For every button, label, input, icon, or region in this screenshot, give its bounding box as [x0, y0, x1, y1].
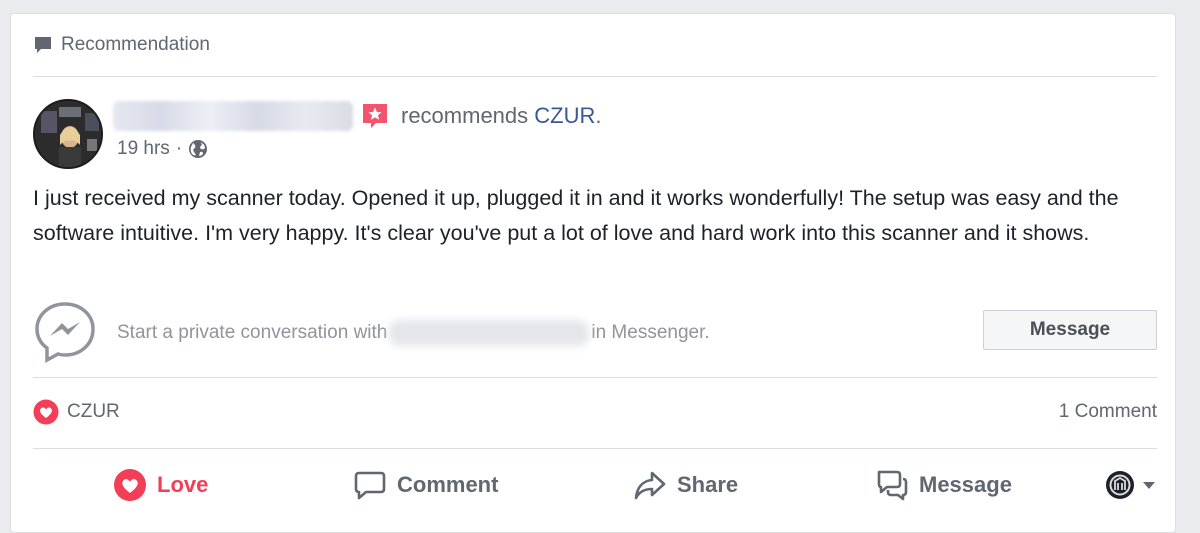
- header-divider: [33, 76, 1157, 77]
- avatar-photo: [35, 101, 101, 167]
- comment-icon: [354, 471, 386, 500]
- send-message-button[interactable]: Message: [875, 468, 1012, 502]
- messenger-prompt-start: Start a private conversation with: [117, 322, 388, 343]
- recommends-line: recommends CZUR.: [401, 103, 602, 129]
- comments-count-link[interactable]: 1 Comment: [1059, 401, 1157, 423]
- reactions-row: CZUR 1 Comment: [33, 397, 1157, 427]
- share-icon: [634, 471, 666, 500]
- message-label: Message: [919, 472, 1012, 497]
- redacted-recipient-name: [389, 320, 590, 346]
- post-body: I just received my scanner today. Opened…: [33, 186, 1119, 245]
- timestamp[interactable]: 19 hrs: [117, 138, 170, 160]
- post-meta: 19 hrs ·: [117, 138, 208, 160]
- card-header: Recommendation: [33, 34, 210, 56]
- meta-separator: ·: [175, 138, 183, 159]
- recommends-period: .: [595, 103, 602, 128]
- chevron-down-icon: [1143, 482, 1155, 489]
- page-link[interactable]: CZUR: [534, 103, 595, 128]
- globe-icon[interactable]: [188, 139, 208, 159]
- message-button[interactable]: Message: [983, 310, 1157, 350]
- share-button[interactable]: Share: [633, 468, 738, 502]
- redacted-author-name[interactable]: [113, 101, 353, 131]
- speech-bubble-icon: [35, 37, 51, 53]
- love-icon: [114, 469, 146, 501]
- comment-button[interactable]: Comment: [353, 468, 498, 502]
- recommends-text: recommends: [401, 103, 529, 128]
- share-label: Share: [677, 472, 739, 497]
- comment-label: Comment: [397, 472, 499, 497]
- messenger-prompt: Start a private conversation with in Mes…: [33, 300, 1157, 364]
- message-icon: [877, 470, 908, 501]
- messenger-text: Start a private conversation with in Mes…: [117, 320, 710, 346]
- reaction-summary[interactable]: CZUR: [33, 399, 120, 425]
- header-label: Recommendation: [61, 34, 210, 55]
- page-avatar-icon: [1106, 471, 1134, 499]
- messenger-divider: [33, 377, 1157, 378]
- action-bar: Love Comment Share Message: [33, 464, 1157, 506]
- stats-divider: [33, 448, 1157, 449]
- recommendation-star-icon: [363, 104, 387, 128]
- love-button[interactable]: Love: [113, 468, 208, 502]
- recommendation-card: Recommendation recommends CZUR. 19 hrs ·: [10, 13, 1176, 533]
- author-row: recommends CZUR.: [113, 96, 602, 136]
- avatar[interactable]: [33, 99, 103, 169]
- reactor-name: CZUR: [67, 401, 120, 422]
- messenger-prompt-end: in Messenger.: [591, 322, 710, 343]
- messenger-icon: [35, 302, 95, 363]
- love-label: Love: [157, 472, 209, 497]
- post-as-selector[interactable]: [1105, 470, 1157, 500]
- love-reaction-icon: [33, 399, 59, 425]
